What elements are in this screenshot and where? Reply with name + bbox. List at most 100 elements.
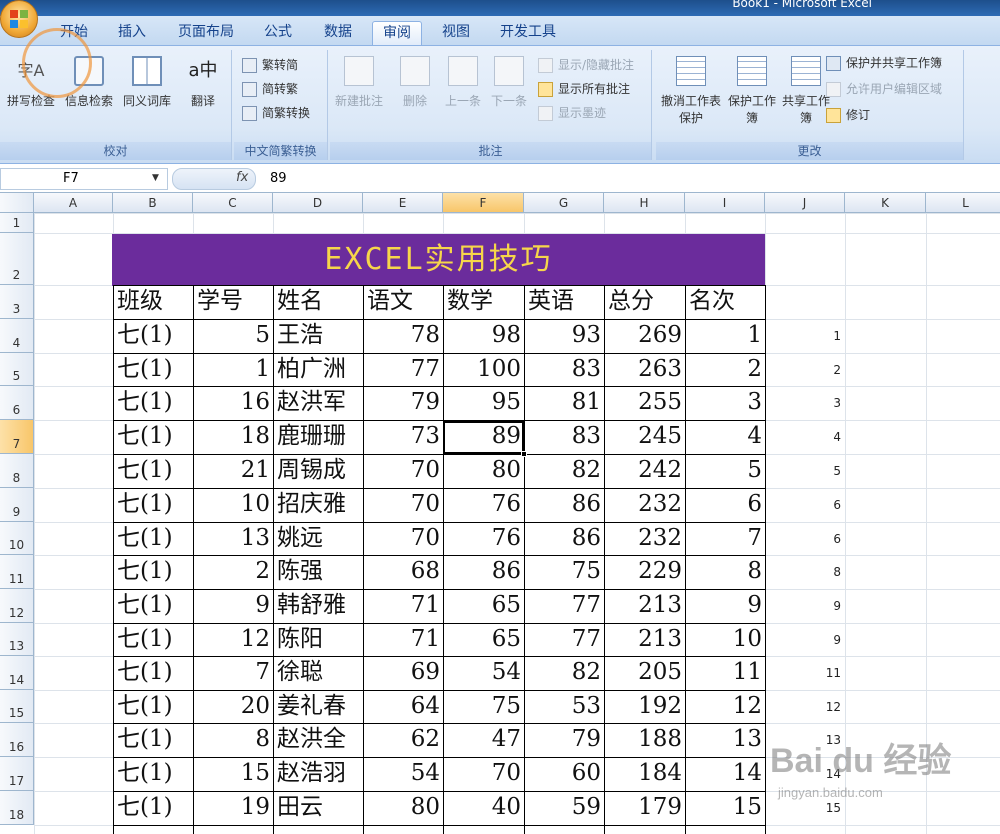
table-header-cell[interactable]: 名次 [685,285,765,319]
next-comment-button[interactable]: 下一条 [482,56,536,126]
table-cell[interactable]: 70 [363,488,443,522]
table-cell[interactable]: 100 [443,353,524,386]
track-changes-button[interactable]: 修订 [826,104,870,126]
table-cell[interactable]: 79 [363,386,443,420]
office-button[interactable] [0,0,38,38]
table-cell[interactable]: 269 [604,319,685,353]
table-cell[interactable]: 韩舒雅 [273,589,363,623]
tab-view[interactable]: 视图 [434,21,478,45]
table-cell[interactable]: 2 [193,555,273,589]
table-cell[interactable]: 6 [685,488,765,522]
row-header-11[interactable]: 11 [0,555,34,589]
column-header-d[interactable]: D [273,193,363,213]
tab-insert[interactable]: 插入 [110,21,154,45]
table-cell[interactable]: 76 [443,522,524,555]
table-cell[interactable]: 七(1) [113,420,193,454]
table-cell[interactable]: 七(1) [113,623,193,656]
table-cell[interactable]: 招庆雅 [273,488,363,522]
table-cell[interactable]: 86 [524,522,604,555]
table-cell[interactable]: 9 [193,589,273,623]
table-cell[interactable]: 54 [443,656,524,690]
table-cell[interactable]: 18 [193,420,273,454]
table-cell[interactable]: 13 [193,522,273,555]
table-cell[interactable]: 田云 [273,791,363,825]
table-cell[interactable]: 213 [604,589,685,623]
table-cell[interactable]: 232 [604,522,685,555]
table-cell[interactable]: 95 [443,386,524,420]
unprotect-sheet-button[interactable]: 撤消工作表保护 [658,56,724,126]
table-header-cell[interactable]: 班级 [113,285,193,319]
table-cell[interactable]: 80 [443,454,524,488]
table-cell[interactable]: 179 [604,791,685,825]
simp-to-trad-button[interactable]: 简转繁 [242,78,298,100]
thesaurus-button[interactable]: 同义词库 [120,56,174,126]
table-cell[interactable]: 70 [363,454,443,488]
column-j-cell[interactable]: 6 [765,532,841,546]
column-header-k[interactable]: K [845,193,926,213]
table-cell[interactable]: 71 [363,623,443,656]
table-cell[interactable]: 59 [524,791,604,825]
table-cell[interactable]: 76 [443,488,524,522]
table-cell[interactable]: 七(1) [113,386,193,420]
table-cell[interactable]: 75 [443,690,524,723]
select-all-corner[interactable] [0,193,34,213]
show-ink-button[interactable]: 显示墨迹 [538,102,606,124]
column-j-cell[interactable]: 9 [765,599,841,613]
table-header-cell[interactable]: 总分 [604,285,685,319]
fill-handle[interactable] [521,451,527,457]
table-cell[interactable]: 242 [604,454,685,488]
row-header-2[interactable]: 2 [0,233,34,285]
table-cell[interactable]: 64 [363,690,443,723]
table-cell[interactable]: 255 [604,386,685,420]
table-header-cell[interactable]: 姓名 [273,285,363,319]
table-cell[interactable]: 78 [363,319,443,353]
column-header-g[interactable]: G [524,193,604,213]
trad-to-simp-button[interactable]: 繁转简 [242,54,298,76]
tab-developer[interactable]: 开发工具 [492,21,564,45]
table-cell[interactable]: 229 [604,555,685,589]
table-cell[interactable]: 七(1) [113,589,193,623]
table-cell[interactable]: 65 [443,623,524,656]
table-cell[interactable]: 82 [524,454,604,488]
table-cell[interactable]: 陈阳 [273,623,363,656]
row-header-15[interactable]: 15 [0,690,34,723]
table-cell[interactable]: 60 [524,757,604,791]
table-cell[interactable]: 七(1) [113,353,193,386]
table-cell[interactable]: 68 [363,555,443,589]
table-cell[interactable]: 73 [363,420,443,454]
table-cell[interactable]: 3 [685,386,765,420]
table-cell[interactable]: 86 [524,488,604,522]
table-cell[interactable]: 10 [193,488,273,522]
column-header-e[interactable]: E [363,193,443,213]
protect-workbook-button[interactable]: 保护工作簿 [724,56,780,126]
table-cell[interactable]: 54 [363,757,443,791]
table-cell[interactable]: 王浩 [273,319,363,353]
table-cell[interactable]: 8 [685,555,765,589]
tab-formulas[interactable]: 公式 [256,21,300,45]
table-cell[interactable]: 11 [685,656,765,690]
chinese-conversion-button[interactable]: 简繁转换 [242,102,310,124]
column-header-b[interactable]: B [113,193,193,213]
table-cell[interactable]: 40 [443,791,524,825]
row-header-18[interactable]: 18 [0,791,34,825]
row-header-5[interactable]: 5 [0,353,34,386]
table-cell[interactable]: 1 [685,319,765,353]
tab-data[interactable]: 数据 [316,21,360,45]
column-header-i[interactable]: I [685,193,765,213]
table-cell[interactable]: 5 [685,454,765,488]
table-cell[interactable]: 71 [363,589,443,623]
table-cell[interactable]: 七(1) [113,791,193,825]
table-cell[interactable]: 七(1) [113,454,193,488]
table-cell[interactable]: 赵浩羽 [273,757,363,791]
table-cell[interactable]: 75 [524,555,604,589]
table-cell[interactable]: 徐聪 [273,656,363,690]
table-cell[interactable]: 19 [193,791,273,825]
table-cell[interactable]: 69 [363,656,443,690]
column-j-cell[interactable]: 11 [765,666,841,680]
table-cell[interactable]: 245 [604,420,685,454]
table-cell[interactable]: 188 [604,723,685,757]
protect-share-button[interactable]: 保护并共享工作簿 [826,52,942,74]
new-comment-button[interactable]: 新建批注 [332,56,386,126]
table-header-cell[interactable]: 数学 [443,285,524,319]
table-cell[interactable]: 7 [685,522,765,555]
